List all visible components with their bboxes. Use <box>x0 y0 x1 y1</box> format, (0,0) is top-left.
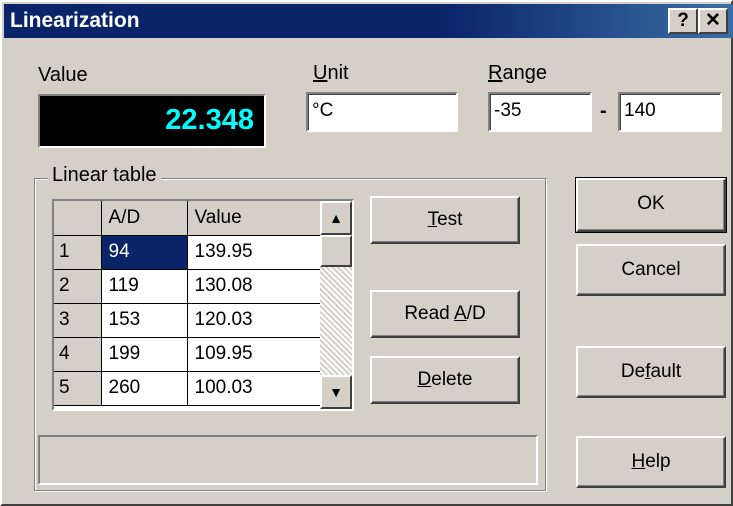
cancel-button[interactable]: Cancel <box>576 244 726 296</box>
value-cell[interactable]: 100.03 <box>187 371 321 406</box>
delete-button[interactable]: Delete <box>370 356 520 404</box>
scroll-thumb[interactable] <box>320 235 352 267</box>
table-row[interactable]: 3 153 120.03 <box>54 303 321 338</box>
close-button[interactable]: ✕ <box>698 8 728 34</box>
status-panel <box>38 435 538 485</box>
row-header[interactable]: 4 <box>54 337 102 372</box>
scroll-down-icon[interactable]: ▼ <box>320 375 352 409</box>
value-label: Value <box>38 64 88 86</box>
table-header-row: A/D Value <box>54 201 321 236</box>
row-header[interactable]: 5 <box>54 371 102 406</box>
vertical-scrollbar[interactable]: ▲ ▼ <box>320 201 352 409</box>
ad-column-header: A/D <box>101 201 188 236</box>
linear-table-grid[interactable]: A/D Value 1 94 139.95 2 119 130.08 3 153… <box>52 199 354 411</box>
ad-cell[interactable]: 119 <box>101 269 188 304</box>
value-cell[interactable]: 109.95 <box>187 337 321 372</box>
range-min-field[interactable]: -35 <box>488 92 592 132</box>
range-separator: - <box>600 100 607 122</box>
help-title-button[interactable]: ? <box>668 8 698 34</box>
linear-table: A/D Value 1 94 139.95 2 119 130.08 3 153… <box>54 201 321 406</box>
row-header[interactable]: 3 <box>54 303 102 338</box>
table-row[interactable]: 4 199 109.95 <box>54 337 321 372</box>
title-bar[interactable]: Linearization ? ✕ <box>4 4 733 38</box>
range-max-field[interactable]: 140 <box>618 92 722 132</box>
corner-header <box>54 201 102 236</box>
scroll-up-icon[interactable]: ▲ <box>320 201 352 235</box>
linear-table-label: Linear table <box>48 164 161 187</box>
value-readout: 22.348 <box>165 104 254 136</box>
ad-cell[interactable]: 199 <box>101 337 188 372</box>
value-cell[interactable]: 139.95 <box>187 235 321 270</box>
default-button[interactable]: Default <box>576 346 726 398</box>
read-ad-button[interactable]: Read A/D <box>370 290 520 338</box>
unit-label: Unit <box>313 62 349 84</box>
table-row[interactable]: 1 94 139.95 <box>54 235 321 270</box>
window-title: Linearization <box>10 9 140 32</box>
value-cell[interactable]: 130.08 <box>187 269 321 304</box>
help-button[interactable]: Help <box>576 436 726 488</box>
ad-cell[interactable]: 153 <box>101 303 188 338</box>
ad-cell[interactable]: 260 <box>101 371 188 406</box>
ok-button[interactable]: OK <box>575 177 727 233</box>
test-button[interactable]: Test <box>370 196 520 244</box>
range-label: Range <box>488 62 547 84</box>
row-header[interactable]: 1 <box>54 235 102 270</box>
unit-field[interactable]: °C <box>306 92 458 132</box>
table-row[interactable]: 5 260 100.03 <box>54 371 321 406</box>
row-header[interactable]: 2 <box>54 269 102 304</box>
linearization-dialog: Linearization ? ✕ Value 22.348 Unit °C R… <box>0 0 733 506</box>
ad-cell[interactable]: 94 <box>101 235 188 270</box>
value-display: 22.348 <box>38 94 266 148</box>
table-row[interactable]: 2 119 130.08 <box>54 269 321 304</box>
value-column-header: Value <box>187 201 321 236</box>
value-cell[interactable]: 120.03 <box>187 303 321 338</box>
